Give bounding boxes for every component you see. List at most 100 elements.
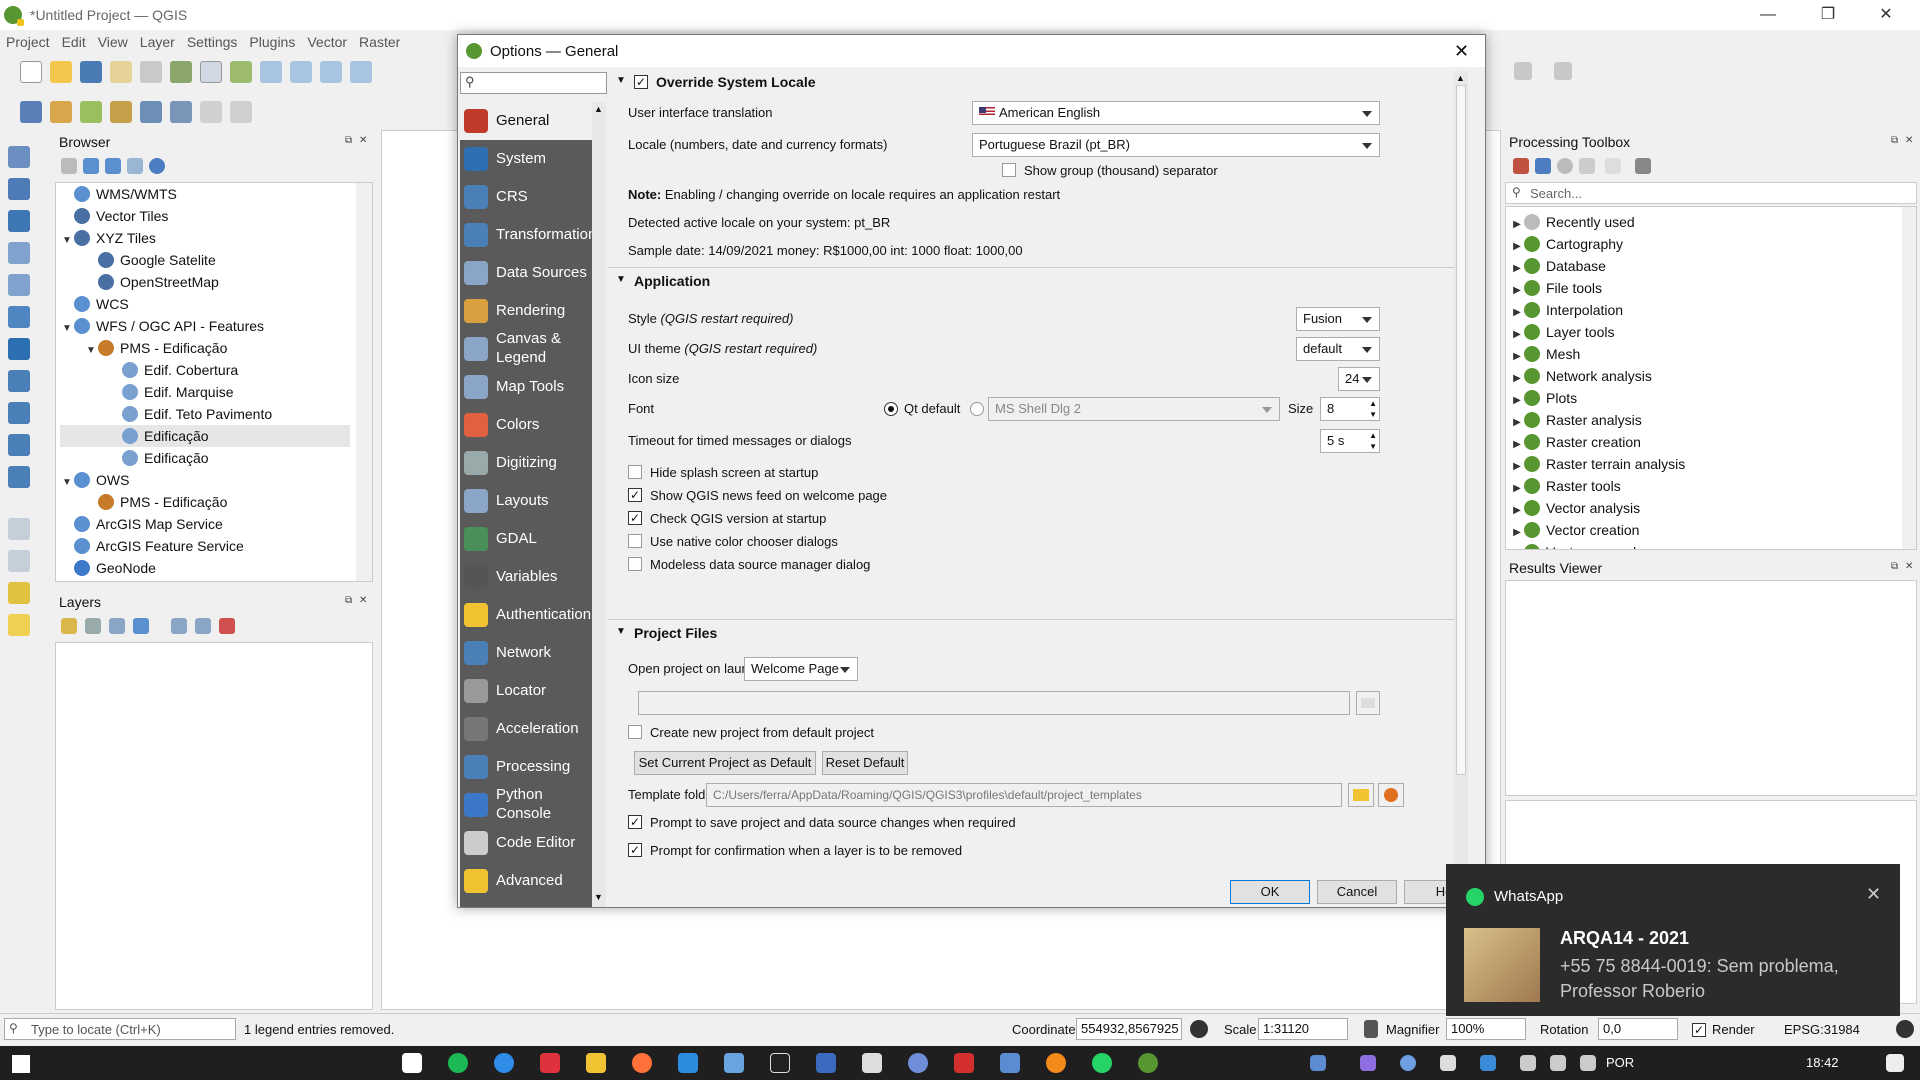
processing-scrollbar[interactable] <box>1902 207 1916 549</box>
qgis-taskbar-icon[interactable] <box>1138 1053 1158 1073</box>
windows-start-icon[interactable] <box>12 1055 30 1073</box>
onedrive-icon[interactable] <box>1480 1055 1496 1071</box>
collapse-layers-icon[interactable] <box>195 618 211 634</box>
browser-tree-item[interactable]: GeoNode <box>60 557 350 579</box>
nav-item-variables[interactable]: Variables <box>460 558 592 596</box>
zoom-in-icon[interactable] <box>260 61 282 83</box>
vector-tile-icon[interactable] <box>8 518 30 540</box>
zoom-out-icon[interactable] <box>290 61 312 83</box>
project-files-collapse-icon[interactable]: ▼ <box>616 626 626 637</box>
browser-tree-item[interactable]: ▼ WFS / OGC API - Features <box>60 315 350 337</box>
style-panel-icon[interactable] <box>61 618 77 634</box>
processing-provider-item[interactable]: ▶ Raster creation <box>1510 431 1890 453</box>
toggle-editing-icon[interactable] <box>230 101 252 123</box>
bluetooth-icon[interactable] <box>1400 1055 1416 1071</box>
menu-raster[interactable]: Raster <box>353 34 406 50</box>
nav-item-layouts[interactable]: Layouts <box>460 482 592 520</box>
expand-all-icon[interactable] <box>171 618 187 634</box>
delimited-text-icon[interactable] <box>8 242 30 264</box>
application-collapse-icon[interactable]: ▼ <box>616 274 626 285</box>
browser-tree-item[interactable]: Edif. Marquise <box>60 381 350 403</box>
options-search-input[interactable]: ⚲ <box>460 72 607 94</box>
menu-vector[interactable]: Vector <box>301 34 353 50</box>
processing-provider-item[interactable]: ▶ Raster tools <box>1510 475 1890 497</box>
content-scrollbar[interactable]: ▲ <box>1454 71 1468 907</box>
nav-item-acceleration[interactable]: Acceleration <box>460 710 592 748</box>
scripts-icon[interactable] <box>1535 158 1551 174</box>
close-layers-icon[interactable]: ✕ <box>359 595 367 606</box>
vector-tool-icon[interactable] <box>8 146 30 168</box>
nav-item-rendering[interactable]: Rendering <box>460 292 592 330</box>
nav-item-colors[interactable]: Colors <box>460 406 592 444</box>
browser-tree-item[interactable]: ArcGIS Feature Service <box>60 535 350 557</box>
style-combo[interactable]: Fusion <box>1296 307 1380 331</box>
new-layer-icon[interactable] <box>8 582 30 604</box>
toast-close-icon[interactable]: ✕ <box>1866 884 1881 905</box>
extents-toggle-icon[interactable] <box>1190 1020 1208 1038</box>
crs-indicator[interactable]: EPSG:31984 <box>1784 1022 1860 1037</box>
set-current-default-button[interactable]: Set Current Project as Default <box>634 751 816 775</box>
edit-pencil-icon[interactable] <box>200 101 222 123</box>
nav-item-crs[interactable]: CRS <box>460 178 592 216</box>
wcs-icon[interactable] <box>8 402 30 424</box>
close-panel-icon[interactable]: ✕ <box>359 135 367 146</box>
locale-combo[interactable]: Portuguese Brazil (pt_BR) <box>972 133 1380 157</box>
undock-layers-icon[interactable]: ⧉ <box>345 595 352 606</box>
style-manager-icon[interactable] <box>170 61 192 83</box>
app-blue-icon[interactable] <box>1000 1053 1020 1073</box>
clock[interactable]: 18:42 <box>1806 1055 1839 1070</box>
lock-scale-icon[interactable] <box>1364 1020 1378 1038</box>
mesh-tool-icon[interactable] <box>8 210 30 232</box>
pan-to-selection-icon[interactable] <box>230 61 252 83</box>
nav-scrollbar[interactable]: ▲ ▼ <box>592 102 606 907</box>
magnifier-field[interactable]: 100% <box>1446 1018 1526 1040</box>
app-option-checkbox[interactable] <box>628 465 642 479</box>
new-shapefile-icon[interactable] <box>80 101 102 123</box>
processing-provider-item[interactable]: ▶ Raster terrain analysis <box>1510 453 1890 475</box>
prompt-save-checkbox[interactable]: ✓ <box>628 815 642 829</box>
app-option-checkbox[interactable] <box>628 534 642 548</box>
undock-processing-icon[interactable]: ⧉ <box>1891 135 1898 146</box>
processing-provider-item[interactable]: ▶ Network analysis <box>1510 365 1890 387</box>
tray-app-icon[interactable] <box>1310 1055 1326 1071</box>
menu-plugins[interactable]: Plugins <box>243 34 301 50</box>
browse-template-button[interactable] <box>1348 783 1374 807</box>
nav-item-canvas-legend[interactable]: Canvas & Legend <box>460 330 592 368</box>
pan-icon[interactable] <box>200 61 222 83</box>
undock-results-icon[interactable]: ⧉ <box>1891 561 1898 572</box>
close-window-button[interactable]: ✕ <box>1858 0 1914 30</box>
battery-icon[interactable] <box>1520 1055 1536 1071</box>
edit-in-place-icon[interactable] <box>1605 158 1621 174</box>
prompt-remove-checkbox[interactable]: ✓ <box>628 843 642 857</box>
point-cloud-icon[interactable] <box>8 550 30 572</box>
cancel-button[interactable]: Cancel <box>1317 880 1397 904</box>
tray-app2-icon[interactable] <box>1360 1055 1376 1071</box>
timeout-spinbox[interactable]: 5 s ▲ ▼ <box>1320 429 1380 453</box>
layers-list[interactable] <box>55 642 373 1010</box>
template-folder-field[interactable]: C:/Users/ferra/AppData/Roaming/QGIS/QGIS… <box>706 783 1342 807</box>
annotation-icon[interactable] <box>8 614 30 636</box>
models-icon[interactable] <box>1513 158 1529 174</box>
split-features-icon[interactable] <box>1514 62 1532 80</box>
app-option-checkbox[interactable]: ✓ <box>628 488 642 502</box>
collapse-all-icon[interactable] <box>127 158 143 174</box>
print-layout-icon[interactable] <box>110 61 132 83</box>
refresh-icon[interactable] <box>83 158 99 174</box>
processing-provider-item[interactable]: ▶ Mesh <box>1510 343 1890 365</box>
new-project-icon[interactable] <box>20 61 42 83</box>
edge-icon[interactable] <box>494 1053 514 1073</box>
dialog-close-icon[interactable]: ✕ <box>1454 41 1469 62</box>
raster-tool-icon[interactable] <box>8 178 30 200</box>
arcgis-icon[interactable] <box>8 466 30 488</box>
wms-icon[interactable] <box>8 370 30 392</box>
browser-tree-item[interactable]: Vector Tiles <box>60 205 350 227</box>
processing-provider-item[interactable]: ▶ Recently used <box>1510 211 1890 233</box>
add-selected-icon[interactable] <box>61 158 77 174</box>
nav-item-digitizing[interactable]: Digitizing <box>460 444 592 482</box>
override-locale-checkbox[interactable]: ✓ <box>634 75 648 89</box>
minimize-button[interactable]: — <box>1740 0 1796 30</box>
nav-item-system[interactable]: System <box>460 140 592 178</box>
volume-icon[interactable] <box>1580 1055 1596 1071</box>
browser-tree-item[interactable]: Edificação <box>60 425 350 447</box>
open-project-combo[interactable]: Welcome Page <box>744 657 858 681</box>
